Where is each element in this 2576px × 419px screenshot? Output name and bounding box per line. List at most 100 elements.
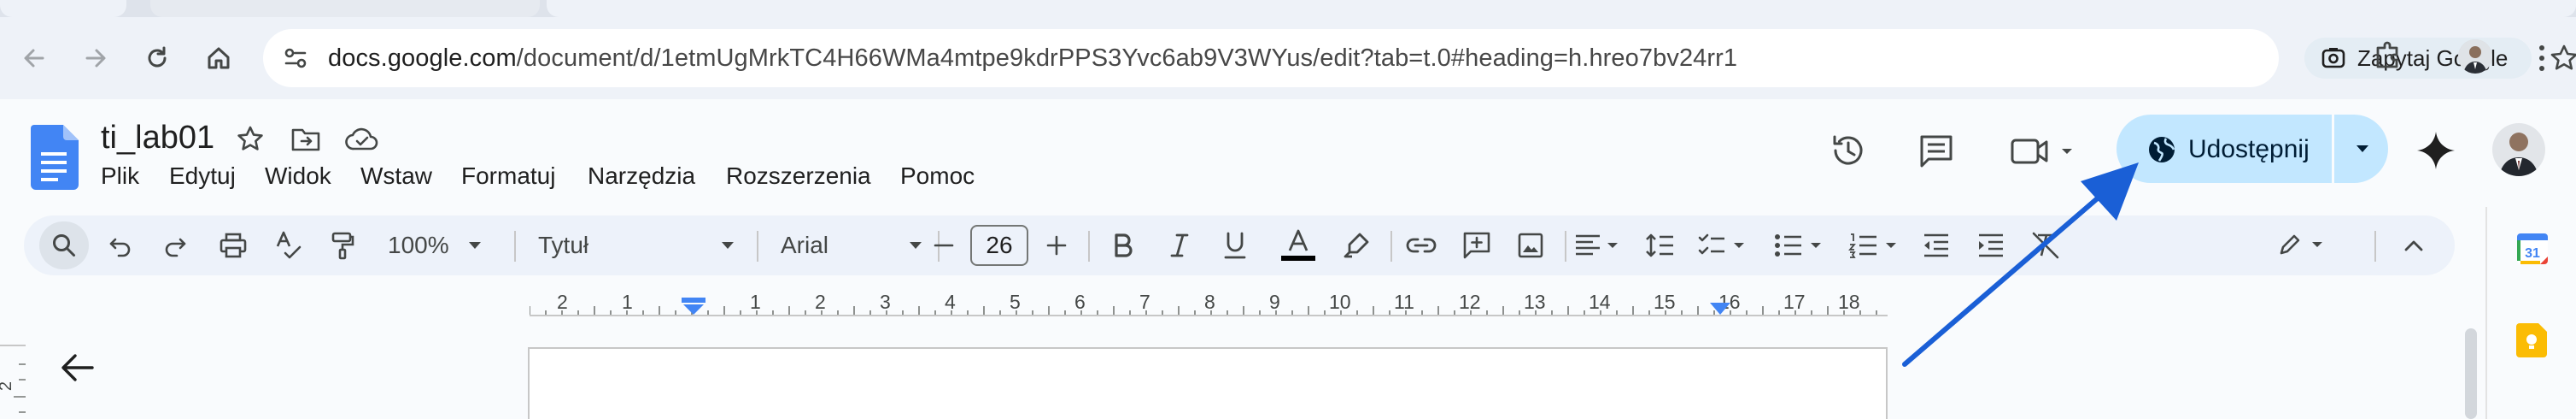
- version-history-button[interactable]: [1830, 132, 1867, 169]
- menu-help[interactable]: Pomoc: [900, 162, 975, 190]
- checklist-button[interactable]: [1698, 215, 1751, 275]
- menu-edit[interactable]: Edytuj: [169, 162, 236, 190]
- line-spacing-button[interactable]: [1645, 215, 1676, 275]
- left-indent-marker[interactable]: [682, 298, 705, 316]
- underline-button[interactable]: [1223, 215, 1247, 275]
- ruler-label: 5: [1010, 291, 1021, 313]
- spellcheck-icon: [276, 231, 302, 259]
- ruler-label: 1: [622, 291, 633, 313]
- numbered-list-button[interactable]: [1848, 215, 1903, 275]
- chevron-down-icon: [468, 242, 481, 249]
- ruler-label: 17: [1783, 291, 1806, 313]
- forward-button[interactable]: [79, 41, 113, 75]
- indent-marker-icon: [1710, 303, 1730, 315]
- collapse-menus-button[interactable]: [2403, 215, 2424, 275]
- cloud-saved-icon: [345, 127, 378, 150]
- italic-button[interactable]: [1168, 215, 1191, 275]
- search-menus-button[interactable]: [39, 221, 89, 269]
- gemini-icon: [2417, 132, 2455, 169]
- vertical-scrollbar[interactable]: [2465, 328, 2477, 419]
- share-dropdown-button[interactable]: [2337, 115, 2388, 183]
- bookmark-star-icon: [2550, 44, 2576, 70]
- browser-toolbar: docs.google.com/document/d/1etmUgMrkTC4H…: [0, 17, 2576, 99]
- editing-mode-button[interactable]: [2265, 215, 2342, 275]
- browser-tab[interactable]: [150, 0, 540, 17]
- menu-insert[interactable]: Wstaw: [360, 162, 432, 190]
- ruler-label: 9: [1269, 291, 1280, 313]
- horizontal-ruler[interactable]: 2 1 1 2 3 4 5 6 7 8 9 10 11 12 13 14 15 …: [0, 286, 2576, 320]
- star-button[interactable]: [236, 125, 265, 154]
- ruler-label: 8: [1204, 291, 1215, 313]
- address-bar[interactable]: docs.google.com/document/d/1etmUgMrkTC4H…: [263, 29, 2576, 87]
- account-avatar[interactable]: [2492, 123, 2545, 176]
- back-button[interactable]: [17, 41, 51, 75]
- toolbar-divider: [1088, 231, 1090, 262]
- editing-mode-icon: [2280, 234, 2322, 255]
- chrome-menu-button[interactable]: [2537, 43, 2547, 74]
- ruler-label: 2: [815, 291, 826, 313]
- link-icon: [1406, 238, 1437, 253]
- menu-format[interactable]: Formatuj: [461, 162, 555, 190]
- document-status-button[interactable]: [345, 127, 379, 152]
- indent-marker-icon: [682, 298, 705, 315]
- menu-extensions[interactable]: Rozszerzenia: [726, 162, 871, 190]
- home-button[interactable]: [202, 41, 236, 75]
- document-page[interactable]: [528, 347, 1888, 419]
- ruler-label: 7: [1139, 291, 1150, 313]
- star-icon: [237, 126, 263, 150]
- underline-icon: [1224, 232, 1246, 259]
- decrease-font-size-button[interactable]: [933, 215, 955, 275]
- move-button[interactable]: [290, 125, 321, 154]
- more-vert-icon: [2539, 45, 2544, 71]
- increase-font-size-button[interactable]: [1045, 215, 1068, 275]
- paragraph-style-select[interactable]: Tytuł: [538, 215, 735, 275]
- calendar-button[interactable]: 31: [2516, 231, 2549, 265]
- ruler-label: 18: [1838, 291, 1860, 313]
- bold-button[interactable]: [1112, 215, 1134, 275]
- move-folder-icon: [291, 128, 320, 151]
- print-button[interactable]: [219, 215, 248, 275]
- gemini-button[interactable]: [2415, 130, 2456, 171]
- right-indent-marker[interactable]: [1710, 301, 1730, 316]
- document-title[interactable]: ti_lab01: [101, 120, 214, 156]
- ask-google-button[interactable]: Zapytaj Google: [2304, 38, 2532, 79]
- browser-tab-active[interactable]: [547, 0, 2576, 17]
- reload-button[interactable]: [140, 41, 174, 75]
- url-text[interactable]: docs.google.com/document/d/1etmUgMrkTC4H…: [328, 44, 1737, 73]
- spellcheck-button[interactable]: [275, 215, 302, 275]
- site-info-button[interactable]: [282, 44, 309, 72]
- undo-icon: [109, 238, 131, 257]
- add-comment-button[interactable]: [1462, 215, 1491, 275]
- menu-file[interactable]: Plik: [101, 162, 139, 190]
- keep-button[interactable]: [2516, 323, 2549, 357]
- docs-home-button[interactable]: [31, 125, 79, 190]
- numbered-list-icon: [1848, 233, 1896, 258]
- menu-tools[interactable]: Narzędzia: [588, 162, 695, 190]
- ruler-label: 13: [1524, 291, 1546, 313]
- highlight-color-button[interactable]: [1343, 215, 1370, 275]
- bookmark-button[interactable]: [2549, 43, 2576, 74]
- bulleted-list-button[interactable]: [1773, 215, 1828, 275]
- paint-format-button[interactable]: [330, 215, 355, 275]
- text-color-button[interactable]: [1279, 215, 1317, 275]
- ruler-label: 12: [1459, 291, 1481, 313]
- insert-image-button[interactable]: [1517, 215, 1544, 275]
- zoom-select[interactable]: 100%: [388, 215, 482, 275]
- align-button[interactable]: [1573, 215, 1625, 275]
- extensions-button[interactable]: [2371, 38, 2405, 72]
- font-select[interactable]: Arial: [760, 215, 922, 275]
- chrome-profile-avatar[interactable]: [2458, 39, 2492, 74]
- keep-icon: [2516, 323, 2547, 357]
- svg-text:31: 31: [2525, 246, 2540, 261]
- plus-icon: [1046, 235, 1067, 256]
- redo-button[interactable]: [162, 215, 188, 275]
- share-button[interactable]: Udostępnij: [2116, 115, 2388, 183]
- undo-button[interactable]: [108, 215, 133, 275]
- menu-view[interactable]: Widok: [265, 162, 331, 190]
- ruler-label: 14: [1589, 291, 1611, 313]
- insert-link-button[interactable]: [1406, 215, 1437, 275]
- browser-tab[interactable]: [0, 0, 126, 17]
- font-size-input[interactable]: 26: [970, 225, 1028, 266]
- outline-back-button[interactable]: [60, 352, 96, 383]
- line-spacing-icon: [1646, 233, 1673, 257]
